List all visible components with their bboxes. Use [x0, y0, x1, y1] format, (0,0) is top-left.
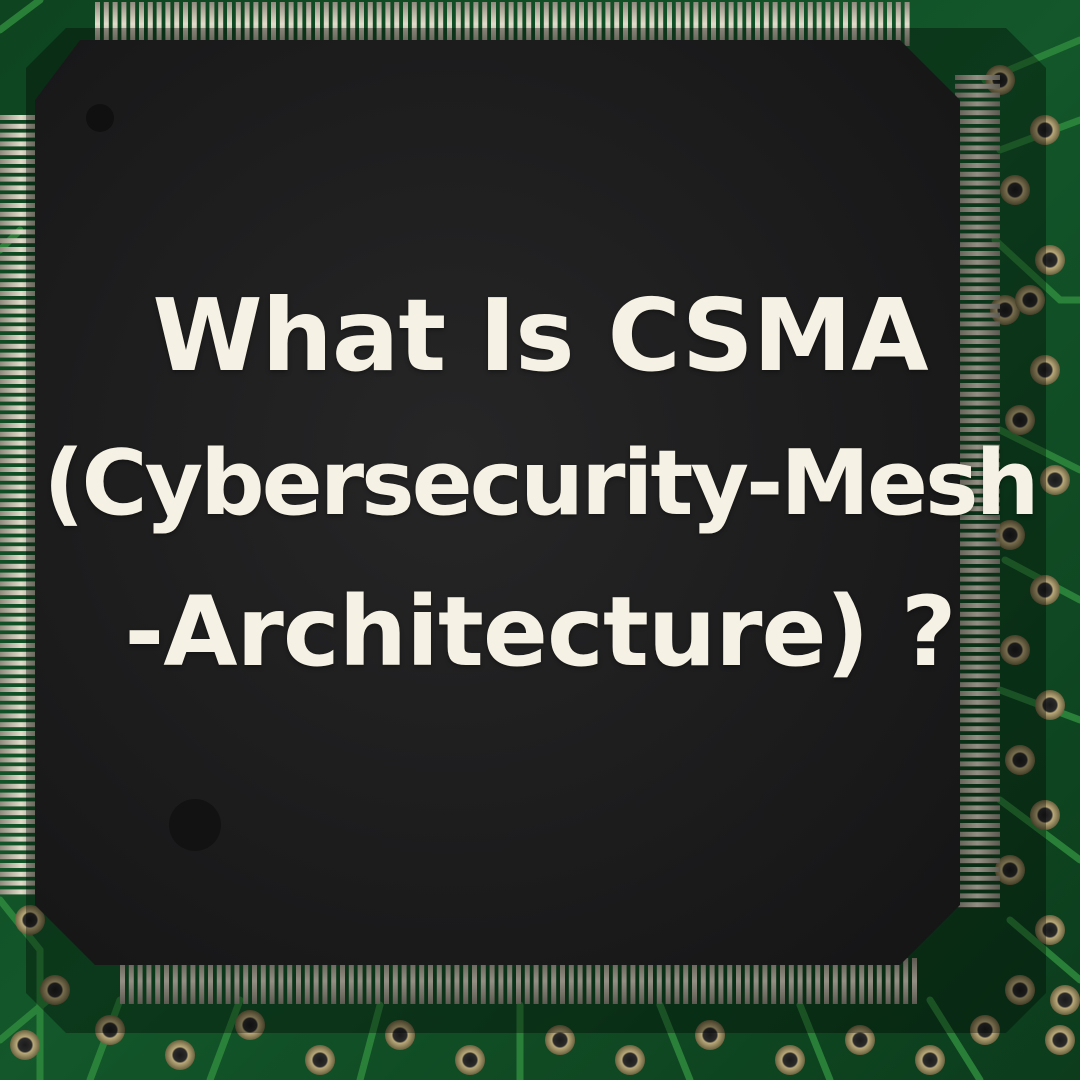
title-line-2: (Cybersecurity-Mesh [43, 431, 1039, 536]
chip-orientation-dot [86, 104, 114, 132]
headline: What Is CSMA (Cybersecurity-Mesh -Archit… [0, 262, 1080, 706]
title-line-3: -Architecture) ? [124, 576, 956, 688]
title-line-1: What Is CSMA [152, 277, 928, 394]
thumbnail-canvas: What Is CSMA (Cybersecurity-Mesh -Archit… [0, 0, 1080, 1080]
chip-ejector-mark [169, 799, 221, 851]
